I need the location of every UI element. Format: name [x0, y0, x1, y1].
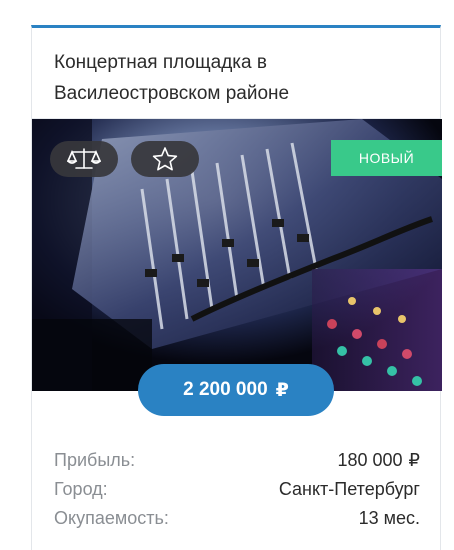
- new-badge: НОВЫЙ: [331, 140, 442, 176]
- scales-icon: [67, 148, 101, 169]
- listing-title[interactable]: Концертная площадка в Василеостровском р…: [54, 47, 414, 109]
- price-value: 2 200 000: [183, 379, 268, 400]
- compare-button[interactable]: [50, 141, 118, 177]
- listing-photo[interactable]: НОВЫЙ: [32, 119, 442, 391]
- payback-value: 13 мес.: [358, 508, 420, 528]
- profit-value: 180 000 ₽: [337, 446, 420, 475]
- price-currency: ₽: [275, 379, 289, 401]
- profit-currency: ₽: [408, 450, 420, 470]
- price-button[interactable]: 2 200 000 ₽: [138, 364, 334, 416]
- city-label: Город:: [54, 479, 108, 499]
- profit-amount: 180 000: [337, 450, 403, 470]
- payback-label: Окупаемость:: [54, 508, 169, 528]
- listing-details: Прибыль: 180 000 ₽ Город: Санкт-Петербург…: [54, 446, 420, 533]
- profit-row: Прибыль: 180 000 ₽: [54, 446, 420, 475]
- profit-label: Прибыль:: [54, 450, 136, 470]
- listing-card[interactable]: Концертная площадка в Василеостровском р…: [31, 25, 442, 550]
- city-value: Санкт-Петербург: [278, 479, 420, 499]
- city-row: Город: Санкт-Петербург: [54, 475, 420, 504]
- star-icon: [152, 147, 178, 171]
- favorite-button[interactable]: [131, 141, 199, 177]
- payback-row: Окупаемость: 13 мес.: [54, 504, 420, 533]
